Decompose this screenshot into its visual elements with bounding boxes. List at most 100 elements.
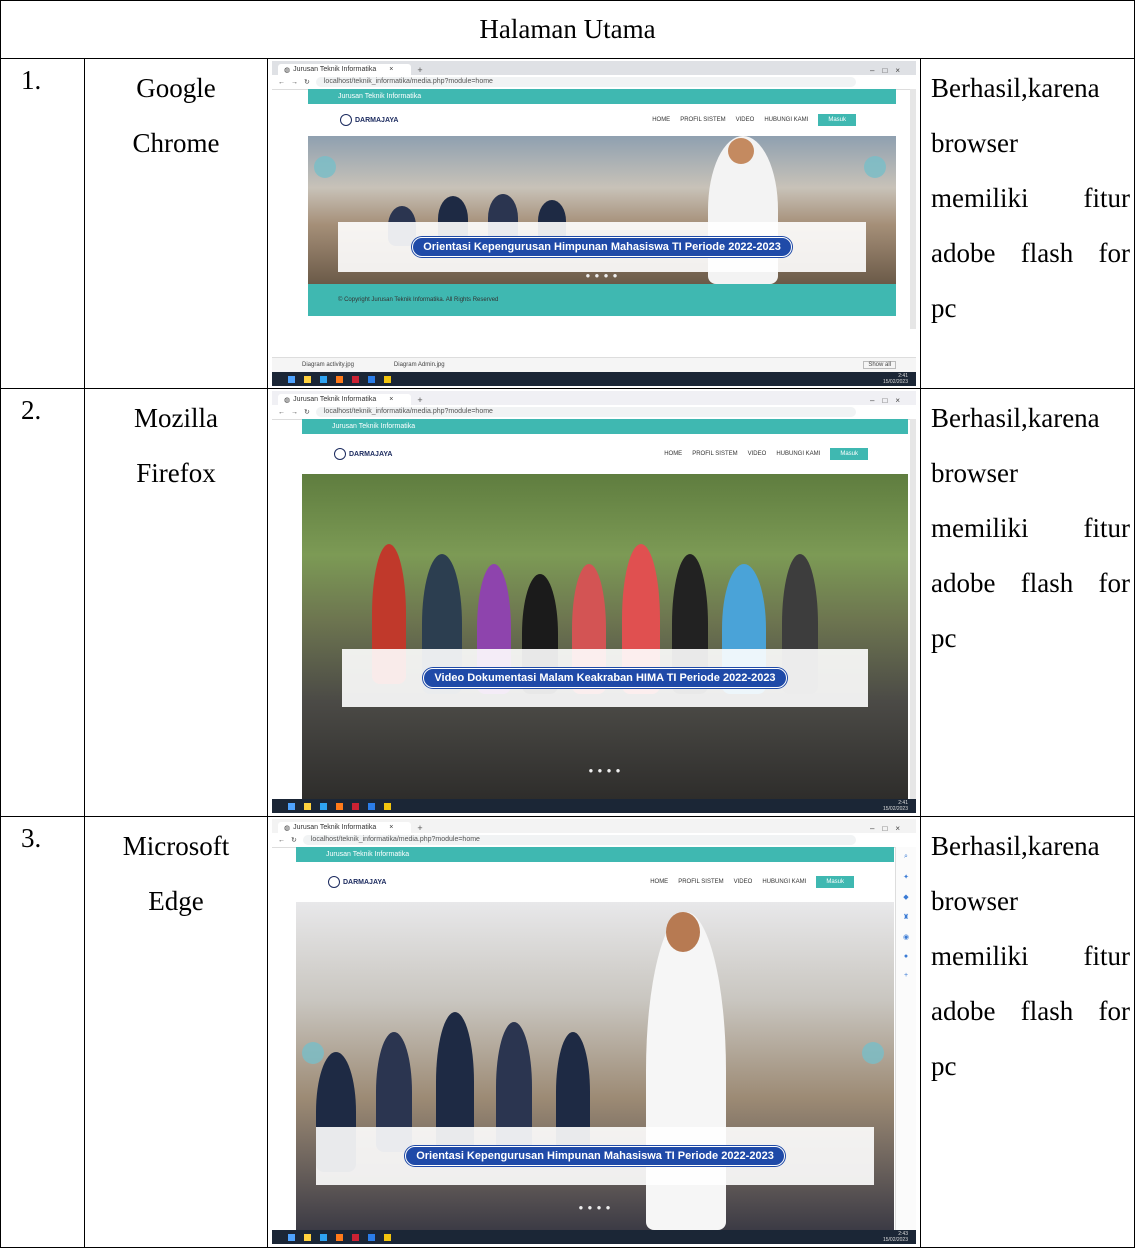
globe-icon: ◍ [284, 824, 291, 832]
new-tab-icon: + [417, 395, 423, 405]
forward-icon: → [291, 78, 298, 86]
result-line: adobe flash for [931, 568, 1130, 598]
browser-name-line: Edge [148, 886, 204, 916]
result-line: Berhasil,karena [931, 831, 1100, 861]
taskbar-clock: 2:41 15/02/2023 [882, 800, 908, 812]
browser-name-line: Firefox [136, 458, 216, 488]
site-nav-menu: HOME PROFIL SISTEM VIDEO HUBUNGI KAMI Ma… [664, 448, 908, 460]
caption-text: Orientasi Kepengurusan Himpunan Mahasisw… [412, 237, 792, 257]
hero-photo: Orientasi Kepengurusan Himpunan Mahasisw… [308, 136, 896, 284]
folder-icon [304, 375, 311, 383]
login-button: Masuk [830, 448, 868, 460]
table-header: Halaman Utama [0, 0, 1135, 59]
result-line: Berhasil,karena [931, 73, 1100, 103]
logo-text: DARMAJAYA [349, 450, 393, 458]
logo-icon [340, 114, 352, 126]
app-icon [352, 375, 359, 383]
result-line: browser [931, 128, 1018, 158]
window-controls-icon: –□× [870, 396, 908, 405]
vscode-icon [368, 375, 375, 383]
row-number: 2. [0, 388, 85, 817]
website-view: Jurusan Teknik Informatika DARMAJAYA HOM… [308, 89, 896, 357]
reload-icon: ↻ [304, 409, 310, 416]
outlook-icon: ● [903, 953, 909, 960]
browser-name: Microsoft Edge [84, 816, 268, 1248]
nav-item-profil: PROFIL SISTEM [692, 451, 738, 457]
new-tab-icon: + [417, 823, 423, 833]
folder-icon [304, 1233, 311, 1241]
result-line: memiliki fitur [931, 513, 1130, 543]
login-button: Masuk [816, 876, 854, 888]
address-bar: ← ↻ localhost/teknik_informatika/media.ph… [272, 833, 916, 848]
slide-next-icon [864, 156, 886, 178]
close-icon: × [389, 66, 394, 73]
globe-icon: ◍ [284, 66, 291, 74]
site-logo: DARMAJAYA [340, 114, 398, 126]
nav-item-home: HOME [664, 451, 683, 457]
scrollbar [910, 89, 916, 329]
hero-photo: Video Dokumentasi Malam Keakraban HIMA T… [302, 474, 908, 799]
result-line: pc [931, 293, 957, 323]
nav-item-hubungi: HUBUNGI KAMI [776, 451, 821, 457]
table-row: 3. Microsoft Edge ◍ Jurusan Teknik Inform… [0, 816, 1135, 1248]
result-text: Berhasil,karena browser memiliki fitur a… [920, 388, 1135, 817]
nav-item-video: VIDEO [735, 117, 755, 123]
firefox-icon [336, 1233, 343, 1241]
site-logo: DARMAJAYA [328, 876, 386, 888]
window-controls-icon: –□× [870, 824, 908, 833]
tab-title: Jurusan Teknik Informatika [293, 66, 377, 73]
back-icon: ← [278, 836, 285, 844]
hero-photo: Orientasi Kepengurusan Himpunan Mahasisw… [296, 902, 894, 1230]
site-nav-menu: HOME PROFIL SISTEM VIDEO HUBUNGI KAMI Ma… [650, 876, 894, 888]
address-bar: ← → ↻ localhost/teknik_informatika/media.p… [272, 75, 916, 90]
add-icon: + [903, 972, 909, 979]
browser-name-line: Mozilla [134, 403, 218, 433]
browser-name-line: Microsoft [122, 831, 230, 861]
windows-start-icon [288, 802, 295, 810]
slide-prev-icon [302, 1042, 324, 1064]
search-icon: ⌕ [904, 853, 908, 860]
logo-icon [328, 876, 340, 888]
vscode-icon [368, 802, 375, 810]
url-field: localhost/teknik_informatika/media.php?m… [302, 835, 856, 845]
nav-item-home: HOME [652, 117, 671, 123]
taskbar-clock: 2:41 15/02/2023 [882, 373, 908, 385]
site-logo: DARMAJAYA [334, 448, 392, 460]
logo-text: DARMAJAYA [343, 878, 387, 886]
result-line: adobe flash for [931, 238, 1130, 268]
collections-icon: ◆ [903, 894, 909, 901]
row-number: 3. [0, 816, 85, 1248]
slide-dots: ● ● ● ● [578, 1203, 612, 1212]
site-nav-menu: HOME PROFIL SISTEM VIDEO HUBUNGI KAMI Ma… [652, 114, 896, 126]
table-row: 2. Mozilla Firefox ◍ Jurusan Teknik Infor… [0, 388, 1135, 817]
edge-icon [320, 1233, 327, 1241]
app-icon [352, 802, 359, 810]
games-icon: ♜ [902, 914, 910, 921]
result-line: pc [931, 623, 957, 653]
windows-start-icon [288, 375, 295, 383]
download-item: Diagram Admin.jpg [393, 362, 445, 368]
website-view: Jurusan Teknik Informatika DARMAJAYA HOM… [296, 847, 894, 1230]
site-top-strip: Jurusan Teknik Informatika [308, 89, 896, 104]
browser-tab-bar: ◍ Jurusan Teknik Informatika × + –□× [272, 391, 916, 405]
result-line: Berhasil,karena [931, 403, 1100, 433]
result-text: Berhasil,karena browser memiliki fitur a… [920, 816, 1135, 1248]
forward-icon: → [291, 408, 298, 416]
browser-tab: ◍ Jurusan Teknik Informatika × [278, 394, 412, 405]
taskbar-clock: 2:43 15/02/2023 [882, 1231, 908, 1243]
logo-icon [334, 448, 346, 460]
result-text: Berhasil,karena browser memiliki fitur a… [920, 58, 1135, 389]
site-navbar: DARMAJAYA HOME PROFIL SISTEM VIDEO HUBUN… [308, 104, 896, 136]
result-line: browser [931, 458, 1018, 488]
browser-tab-bar: ◍ Jurusan Teknik Informatika × + –□× [272, 819, 916, 833]
slide-next-icon [862, 1042, 884, 1064]
result-line: memiliki fitur [931, 183, 1130, 213]
browser-tab-bar: ◍ Jurusan Teknik Informatika × + –□× [272, 61, 916, 75]
close-icon: × [389, 396, 394, 403]
tab-title: Jurusan Teknik Informatika [293, 396, 377, 403]
shopping-icon: ✦ [903, 874, 909, 881]
nav-item-hubungi: HUBUNGI KAMI [764, 117, 809, 123]
browser-tab: ◍ Jurusan Teknik Informatika × [278, 822, 412, 833]
firefox-icon [336, 375, 343, 383]
edge-screenshot: ◍ Jurusan Teknik Informatika × + –□× ← ↻ lo… [272, 819, 916, 1244]
